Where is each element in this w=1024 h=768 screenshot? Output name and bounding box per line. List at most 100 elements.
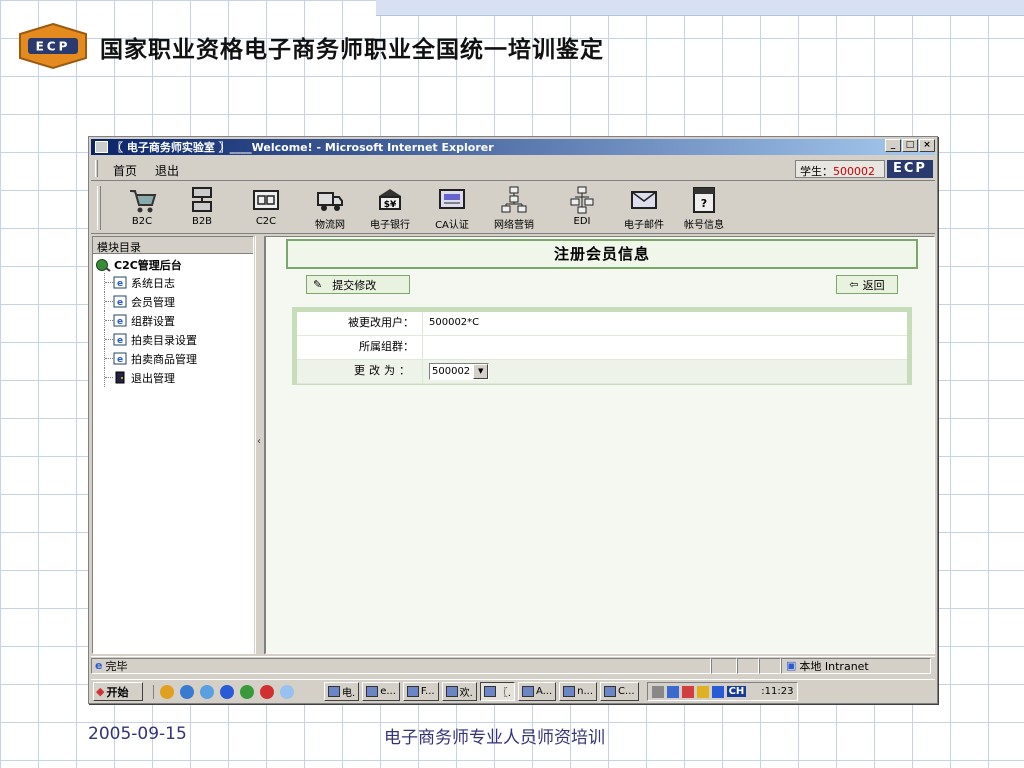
cart-icon — [130, 190, 157, 213]
tool-ebank[interactable]: $¥ 电子银行 — [365, 185, 415, 231]
menu-logout[interactable]: 退出 — [155, 162, 179, 179]
menu-home[interactable]: 首页 — [113, 162, 137, 179]
task-window-icon — [328, 686, 340, 697]
ie-page-icon: e — [113, 314, 127, 327]
tool-b2b[interactable]: B2B — [177, 185, 227, 227]
tree-item-groups[interactable]: e 组群设置 — [95, 311, 253, 330]
status-cell — [737, 657, 759, 674]
tree-item-members[interactable]: e 会员管理 — [95, 292, 253, 311]
minimize-button[interactable]: _ — [885, 139, 901, 152]
tray-icon[interactable] — [696, 685, 709, 698]
main-content: 注册会员信息 ✎ 提交修改 ⇦ 返回 被更改用户： 500002*C 所属组群：… — [265, 236, 935, 654]
task-button[interactable]: C... — [600, 682, 639, 701]
svg-text:e: e — [117, 355, 123, 365]
quicklaunch-icon[interactable] — [180, 684, 194, 699]
zone-cell: ▣ 本地 Intranet — [781, 657, 931, 674]
tool-edi[interactable]: EDI — [557, 185, 607, 227]
volume-icon[interactable] — [651, 685, 664, 698]
window-title: 〖 电子商务师实验室 〗____Welcome! - Microsoft Int… — [112, 141, 494, 154]
maximize-button[interactable]: □ — [902, 139, 918, 152]
tool-b2b-label: B2B — [191, 216, 213, 227]
tool-ebank-label: 电子银行 — [370, 220, 410, 231]
ie-page-icon: e — [113, 295, 127, 308]
tool-ca[interactable]: CA认证 — [427, 185, 477, 231]
tray-icon[interactable] — [681, 685, 694, 698]
task-button[interactable]: 欢. — [441, 682, 477, 701]
window-controls: _ □ × — [885, 139, 935, 152]
start-button[interactable]: ◆ 开始 — [93, 682, 143, 701]
tool-account[interactable]: ? 帐号信息 — [679, 185, 729, 231]
c2c-icon — [253, 190, 279, 210]
tree-item-system-log[interactable]: e 系统日志 — [95, 273, 253, 292]
group-select-value: 500002 — [432, 365, 471, 377]
menu-bar: 首页 退出 学生：500002 ECP — [91, 157, 935, 181]
module-tree: C2C管理后台 e 系统日志 e 会员管理 e 组群设置 e 拍卖目录设置 e … — [93, 254, 253, 387]
quicklaunch-icon[interactable] — [280, 684, 294, 699]
tool-c2c[interactable]: C2C — [241, 185, 291, 227]
help-icon: ? — [693, 187, 715, 213]
task-window-icon — [521, 686, 534, 697]
group-select[interactable]: 500002 ▼ — [429, 363, 490, 380]
tool-account-label: 帐号信息 — [684, 220, 724, 231]
member-form: 被更改用户： 500002*C 所属组群： 更改为： 500002 ▼ — [292, 307, 912, 385]
svg-text:e: e — [117, 298, 123, 308]
network-tray-icon[interactable] — [666, 685, 679, 698]
status-text-cell: e 完毕 — [91, 657, 711, 674]
ca-icon — [439, 189, 465, 209]
tree-root-c2c[interactable]: C2C管理后台 — [95, 256, 253, 273]
edi-icon — [570, 186, 594, 214]
task-button[interactable]: A... — [517, 682, 557, 701]
tool-email-label: 电子邮件 — [624, 220, 664, 231]
tool-marketing[interactable]: 网络营销 — [489, 185, 539, 231]
task-button[interactable]: 电. — [324, 682, 360, 701]
truck-icon — [317, 192, 343, 211]
frame-splitter[interactable]: ‹ — [255, 236, 265, 654]
task-window-icon — [366, 686, 379, 697]
task-button[interactable]: e... — [362, 682, 400, 701]
task-label: A... — [535, 686, 553, 697]
back-button[interactable]: ⇦ 返回 — [836, 275, 898, 294]
close-button[interactable]: × — [919, 139, 935, 152]
clock: :11:23 — [761, 686, 794, 697]
task-label: F... — [420, 686, 435, 697]
task-window-icon — [406, 686, 419, 697]
student-info: 学生：500002 — [795, 160, 885, 178]
svg-text:e: e — [117, 317, 123, 327]
collapse-arrow-icon[interactable]: ‹ — [257, 436, 261, 447]
ie-icon[interactable] — [220, 684, 234, 699]
tree-item-auction-catalog[interactable]: e 拍卖目录设置 — [95, 330, 253, 349]
footer-caption: 电子商务师专业人员师资培训 — [384, 728, 605, 748]
quicklaunch-icon[interactable] — [200, 684, 214, 699]
language-indicator[interactable]: CH — [726, 686, 747, 697]
b2b-icon — [192, 187, 212, 212]
svg-text:ECP: ECP — [36, 40, 71, 54]
svg-text:?: ? — [701, 197, 707, 210]
quicklaunch-icon[interactable] — [240, 684, 254, 699]
zone-text: 本地 Intranet — [799, 659, 869, 673]
network-icon — [501, 186, 527, 213]
task-button-active[interactable]: 〖. — [479, 682, 515, 701]
task-label: n... — [577, 686, 594, 697]
task-button[interactable]: F... — [402, 682, 439, 701]
task-button[interactable]: n... — [559, 682, 598, 701]
task-label: 欢. — [459, 688, 473, 699]
quicklaunch-icon[interactable] — [260, 684, 274, 699]
tree-item-auction-products[interactable]: e 拍卖商品管理 — [95, 349, 253, 368]
system-tray: CH :11:23 — [646, 682, 799, 701]
tray-icon[interactable] — [711, 685, 724, 698]
quicklaunch-icon[interactable] — [160, 684, 174, 699]
tool-b2c[interactable]: B2C — [117, 185, 167, 227]
tree-item-label: 系统日志 — [131, 276, 175, 290]
tool-email[interactable]: 电子邮件 — [619, 185, 669, 231]
globe-search-icon — [96, 258, 111, 272]
tool-marketing-label: 网络营销 — [494, 220, 534, 231]
tree-item-exit[interactable]: 退出管理 — [95, 368, 253, 387]
footer-date: 2005-09-15 — [88, 724, 187, 744]
exit-door-icon — [115, 371, 125, 384]
windows-taskbar: ◆ 开始 电. e... F... 欢. 〖. A... n... C... C… — [91, 679, 935, 703]
chevron-down-icon[interactable]: ▼ — [473, 364, 489, 379]
window-titlebar: 〖 电子商务师实验室 〗____Welcome! - Microsoft Int… — [91, 139, 935, 155]
submit-changes-button[interactable]: ✎ 提交修改 — [306, 275, 410, 294]
svg-text:e: e — [117, 336, 123, 346]
tool-logistics[interactable]: 物流网 — [305, 185, 355, 231]
